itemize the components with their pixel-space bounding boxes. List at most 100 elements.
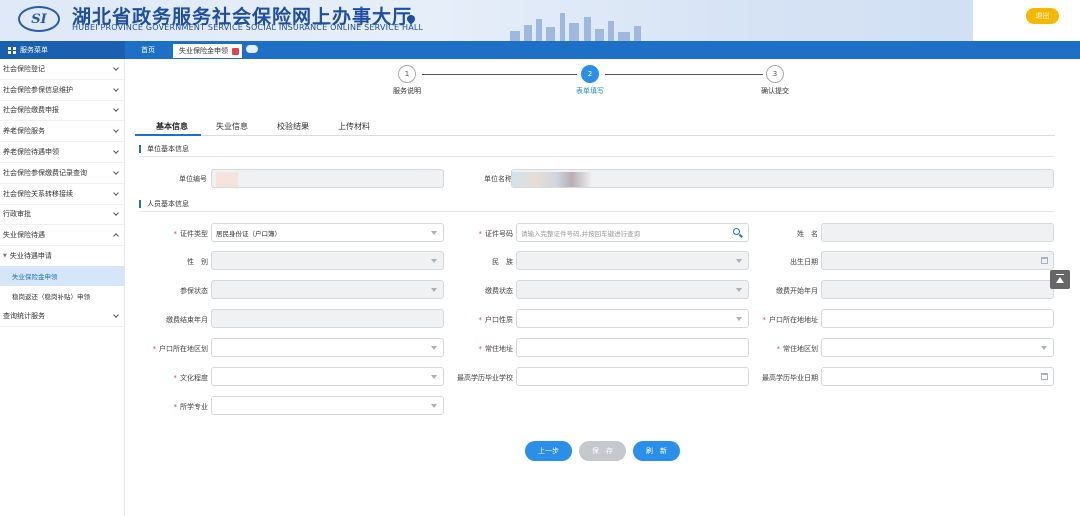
chevron-up-icon [113,233,119,240]
section-unit-info: 单位基本信息 [139,144,189,154]
caret-down-icon [431,375,437,379]
education-select[interactable] [211,367,444,386]
grad-date-field[interactable] [821,367,1054,386]
section-marker [139,200,141,208]
gender-select [211,251,444,270]
chevron-down-icon [113,106,119,113]
sidebar-item-admin-approval[interactable]: 行政审批 [0,205,124,226]
hukou-region-label: * 户口所在地区划 [152,345,209,353]
step-connector [605,74,763,75]
step-3-label: 确认提交 [761,87,789,95]
sidebar-item-pension-service[interactable]: 养老保险服务 [0,121,124,143]
sidebar-item-transfer[interactable]: 社会保险关系转移接续 [0,184,124,205]
sidebar: 社会保险登记 社会保险参保信息维护 社会保险缴费申报 养老保险服务 养老保险待遇… [0,59,125,516]
gender-label: 性 别 [187,258,208,266]
sidebar-item-unemployment[interactable]: 失业保险待遇 [0,225,124,247]
service-menu-label: 服务菜单 [20,46,48,54]
major-select[interactable] [211,396,444,415]
sidebar-leaf-unemployment-benefit[interactable]: 失业保险金申领 [0,266,124,287]
residence-region-label: * 常住地区划 [776,345,819,353]
school-label: 最高学历毕业学校 [457,374,513,382]
birth-date-label: 出生日期 [790,258,818,266]
chevron-down-icon [113,312,119,318]
ethnicity-select [516,251,749,270]
logout-button[interactable]: 退出 [1026,8,1059,24]
pay-status-label: 缴费状态 [485,287,513,295]
insured-status-select [211,280,444,299]
close-icon[interactable] [232,48,239,55]
more-tabs-icon[interactable] [246,45,258,53]
caret-down-icon [431,404,437,408]
step-3-circle: 3 [766,65,784,83]
sidebar-item-payment-declaration[interactable]: 社会保险缴费申报 [0,101,124,122]
pay-start-label: 缴费开始年月 [776,287,818,295]
ethnicity-label: 民 族 [492,258,513,266]
education-label: * 文化程度 [173,374,209,382]
sidebar-subgroup-unemployment-apply[interactable]: ▼ 失业待遇申请 [0,246,124,266]
chevron-down-icon [113,148,119,154]
search-icon[interactable] [733,228,740,235]
tab-basic-info[interactable]: 基本信息 [156,121,188,132]
prev-step-button[interactable]: 上一步 [525,441,572,461]
active-tab-indicator [135,134,201,136]
hukou-region-select[interactable] [211,338,444,357]
tab-upload-materials[interactable]: 上传材料 [338,121,370,132]
chevron-down-icon [113,127,119,134]
sidebar-item-pension-benefit[interactable]: 养老保险待遇申领 [0,142,124,163]
caret-down-icon [431,288,437,292]
id-no-input[interactable]: 请输入完整证件号码,并按回车键进行查询 [516,223,749,242]
step-1-label: 服务说明 [393,87,421,95]
hukou-nature-label: * 户口性质 [478,316,514,324]
sidebar-item-record-query[interactable]: 社会保险参保缴费记录查询 [0,163,124,184]
school-input[interactable] [516,367,749,386]
step-2-circle: 2 [581,65,599,83]
tab-unemployment-info[interactable]: 失业信息 [216,121,248,132]
tab-home[interactable]: 首页 [141,45,155,55]
caret-down-icon [736,317,742,321]
chevron-down-icon [113,189,119,196]
sidebar-item-statistics[interactable]: 查询统计服务 [0,306,124,327]
residence-address-label: * 常住地址 [478,345,514,353]
tab-validation-result[interactable]: 校验结果 [277,121,309,132]
name-label: 姓 名 [797,230,818,238]
insured-status-label: 参保状态 [180,287,208,295]
tab-unemployment-benefit[interactable]: 失业保险金申领 [173,44,242,58]
chevron-down-icon [113,169,119,175]
top-nav-bar: 服务菜单 首页 失业保险金申领 [0,41,1080,59]
sidebar-item-registration[interactable]: 社会保险登记 [0,59,124,80]
redacted-block [512,172,592,187]
calendar-icon [1041,257,1048,264]
back-to-top-icon[interactable] [1050,270,1070,289]
save-button[interactable]: 保 存 [579,441,626,461]
birth-date-field [821,251,1054,270]
section-marker [139,145,141,153]
pay-status-select [516,280,749,299]
form-tabs: 基本信息 失业信息 校验结果 上传材料 [135,117,1055,136]
hukou-nature-select[interactable] [516,309,749,328]
section-person-info: 人员基本信息 [139,199,189,209]
site-subtitle: HUBEI PROVINCE GOVERNMENT SERVICE SOCIAL… [72,23,424,32]
unit-no-field [211,169,444,188]
unit-no-label: 单位编号 [179,175,207,183]
sidebar-leaf-job-stabilization[interactable]: 稳岗返还（稳岗补贴）申领 [0,286,124,306]
caret-down-icon [431,259,437,263]
sidebar-item-info-maintenance[interactable]: 社会保险参保信息维护 [0,80,124,101]
caret-down-icon [431,231,437,235]
residence-address-input[interactable] [516,338,749,357]
unit-name-label: 单位名称 [484,175,512,183]
caret-down-icon [736,288,742,292]
pay-end-field [211,309,444,328]
refresh-button[interactable]: 刷 新 [633,441,680,461]
city-skyline-decoration [500,10,700,41]
id-type-select[interactable]: 居民身份证（户口簿） [211,223,444,242]
residence-region-select[interactable] [821,338,1054,357]
hukou-address-input[interactable] [821,309,1054,328]
caret-down-icon [736,259,742,263]
section-divider [139,211,1054,212]
unit-name-field [511,169,1054,188]
redacted-block [216,172,238,187]
id-type-label: * 证件类型 [173,230,209,238]
caret-down-icon [431,346,437,350]
hukou-address-label: * 户口所在地地址 [762,316,819,324]
service-menu-header[interactable]: 服务菜单 [0,41,125,59]
